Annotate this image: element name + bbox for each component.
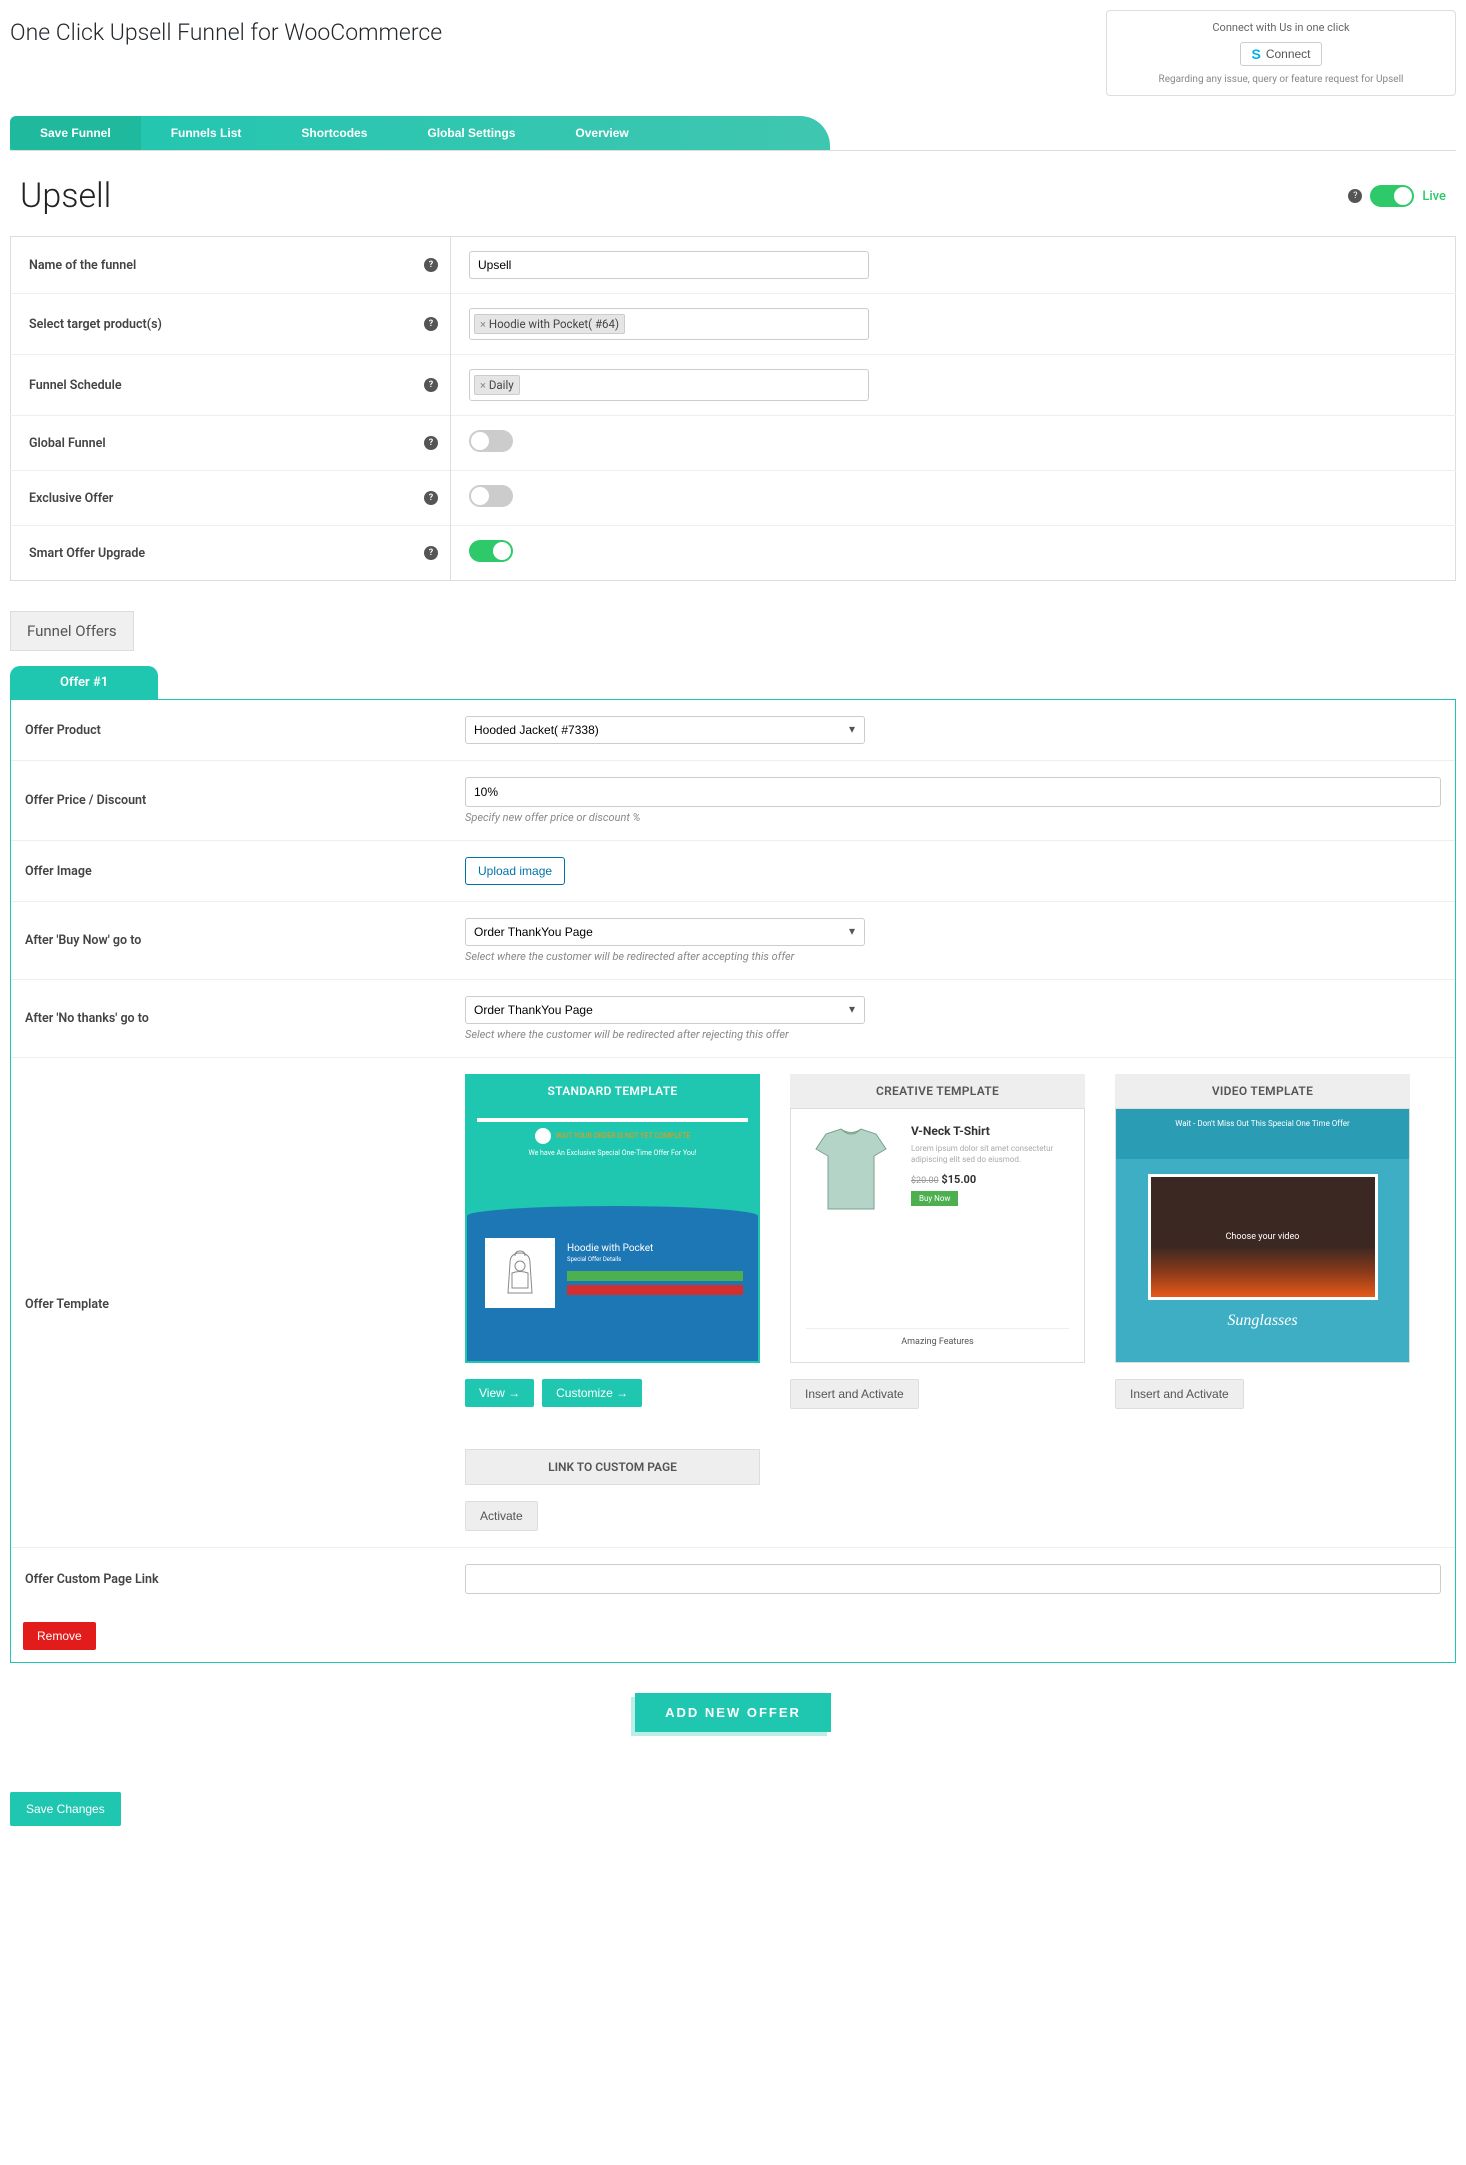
smart-upgrade-toggle[interactable] [469, 540, 513, 562]
schedule-input[interactable]: ×Daily [469, 369, 869, 401]
exclusive-offer-toggle[interactable] [469, 485, 513, 507]
tag-remove-icon[interactable]: × [480, 379, 486, 392]
help-icon[interactable]: ? [424, 436, 438, 450]
label-offer-template: Offer Template [11, 1058, 451, 1548]
after-no-thanks-select[interactable]: Order ThankYou Page [465, 996, 865, 1024]
label-offer-product: Offer Product [11, 700, 451, 761]
template-customize-button[interactable]: Customize → [542, 1379, 642, 1407]
custom-page-link-input[interactable] [465, 1564, 1441, 1594]
tab-funnels-list[interactable]: Funnels List [141, 116, 272, 150]
save-changes-button[interactable]: Save Changes [10, 1792, 121, 1826]
product-image-placeholder [485, 1238, 555, 1308]
template-video-activate-button[interactable]: Insert and Activate [1115, 1379, 1244, 1409]
page-title: One Click Upsell Funnel for WooCommerce [10, 10, 442, 50]
help-icon[interactable]: ? [424, 546, 438, 560]
label-after-buy-now: After 'Buy Now' go to [11, 902, 451, 980]
offer-1-tab[interactable]: Offer #1 [10, 666, 158, 699]
help-icon[interactable]: ? [424, 378, 438, 392]
template-video-header: VIDEO TEMPLATE [1115, 1074, 1410, 1108]
label-smart-upgrade: Smart Offer Upgrade ? [11, 526, 451, 581]
template-standard-preview[interactable]: WAIT YOUR ORDER IS NOT YET COMPLETE We h… [465, 1108, 760, 1363]
label-target-products: Select target product(s) ? [11, 294, 451, 355]
template-creative: CREATIVE TEMPLATE [790, 1074, 1085, 1409]
connect-subtext: Regarding any issue, query or feature re… [1127, 74, 1435, 85]
tab-save-funnel[interactable]: Save Funnel [10, 116, 141, 150]
after-buy-now-help: Select where the customer will be redire… [465, 950, 1441, 963]
funnel-offers-header: Funnel Offers [10, 611, 134, 651]
label-funnel-name: Name of the funnel ? [11, 237, 451, 294]
label-offer-price: Offer Price / Discount [11, 761, 451, 841]
template-custom: LINK TO CUSTOM PAGE Activate [465, 1449, 760, 1531]
skype-icon: S [1251, 46, 1260, 62]
tab-global-settings[interactable]: Global Settings [397, 116, 545, 150]
label-schedule: Funnel Schedule ? [11, 355, 451, 416]
template-creative-activate-button[interactable]: Insert and Activate [790, 1379, 919, 1409]
add-new-offer-button[interactable]: ADD NEW OFFER [635, 1693, 831, 1732]
offer-price-input[interactable] [465, 777, 1441, 807]
template-video-preview[interactable]: Wait - Don't Miss Out This Special One T… [1115, 1108, 1410, 1363]
template-video: VIDEO TEMPLATE Wait - Don't Miss Out Thi… [1115, 1074, 1410, 1409]
after-buy-now-select[interactable]: Order ThankYou Page [465, 918, 865, 946]
upload-image-button[interactable]: Upload image [465, 857, 565, 885]
global-funnel-toggle[interactable] [469, 430, 513, 452]
after-no-thanks-help: Select where the customer will be redire… [465, 1028, 1441, 1041]
template-creative-preview[interactable]: V-Neck T-Shirt Lorem ipsum dolor sit ame… [790, 1108, 1085, 1363]
live-label: Live [1422, 189, 1446, 204]
tag-remove-icon[interactable]: × [480, 318, 486, 331]
label-custom-page-link: Offer Custom Page Link [11, 1548, 451, 1611]
template-custom-activate-button[interactable]: Activate [465, 1501, 538, 1531]
tab-shortcodes[interactable]: Shortcodes [271, 116, 397, 150]
funnel-title: Upsell [20, 176, 111, 216]
help-icon[interactable]: ? [424, 258, 438, 272]
connect-box: Connect with Us in one click S Connect R… [1106, 10, 1456, 96]
live-toggle[interactable] [1370, 185, 1414, 207]
label-after-no-thanks: After 'No thanks' go to [11, 980, 451, 1058]
template-standard: STANDARD TEMPLATE WAIT YOUR ORDER IS NOT… [465, 1074, 760, 1409]
template-creative-header: CREATIVE TEMPLATE [790, 1074, 1085, 1108]
connect-text: Connect with Us in one click [1127, 21, 1435, 34]
target-product-tag[interactable]: ×Hoodie with Pocket( #64) [474, 314, 625, 334]
offer-product-select[interactable]: Hooded Jacket( #7338) [465, 716, 865, 744]
label-offer-image: Offer Image [11, 841, 451, 902]
tshirt-icon [806, 1124, 896, 1219]
label-global-funnel: Global Funnel ? [11, 416, 451, 471]
template-custom-header: LINK TO CUSTOM PAGE [465, 1449, 760, 1485]
template-view-button[interactable]: View → [465, 1379, 534, 1407]
help-icon[interactable]: ? [424, 317, 438, 331]
connect-button-label: Connect [1266, 47, 1311, 61]
help-icon[interactable]: ? [424, 491, 438, 505]
label-exclusive-offer: Exclusive Offer ? [11, 471, 451, 526]
badge-icon [535, 1128, 551, 1144]
template-standard-header: STANDARD TEMPLATE [465, 1074, 760, 1108]
offer-1-box: Offer Product Hooded Jacket( #7338) Offe… [10, 699, 1456, 1663]
schedule-tag[interactable]: ×Daily [474, 375, 520, 395]
help-icon-live[interactable]: ? [1348, 189, 1362, 203]
nav-tabs: Save Funnel Funnels List Shortcodes Glob… [10, 116, 830, 151]
connect-button[interactable]: S Connect [1240, 42, 1321, 66]
remove-offer-button[interactable]: Remove [23, 1622, 96, 1650]
target-products-input[interactable]: ×Hoodie with Pocket( #64) [469, 308, 869, 340]
tab-overview[interactable]: Overview [545, 116, 658, 150]
funnel-name-input[interactable] [469, 251, 869, 279]
offer-price-help: Specify new offer price or discount % [465, 811, 1441, 824]
